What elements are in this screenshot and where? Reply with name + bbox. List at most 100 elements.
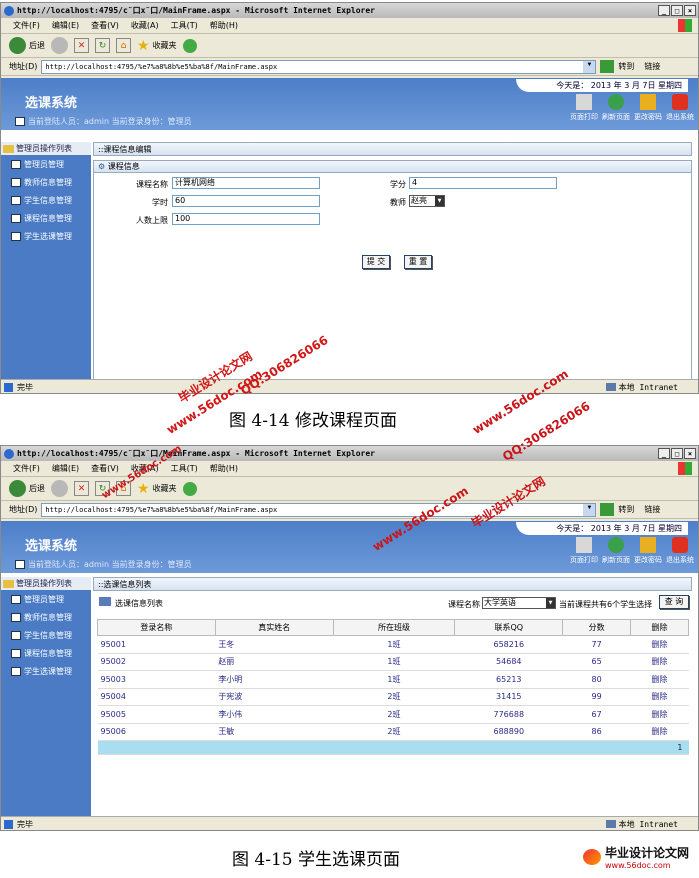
sidebar-item-teacher[interactable]: 教师信息管理 <box>1 173 91 191</box>
title-bar: http://localhost:4795/c˜口x˜口/MainFrame.a… <box>1 446 698 461</box>
delete-link[interactable]: 删除 <box>630 705 689 724</box>
chevron-down-icon[interactable]: ▼ <box>583 60 596 73</box>
menu-tools[interactable]: 工具(T) <box>171 463 198 474</box>
maximize-button[interactable]: □ <box>671 448 683 459</box>
go-arrow-icon[interactable] <box>600 60 615 73</box>
today-date: 今天是： 2013 年 3 月 7日 星期四 <box>516 522 688 535</box>
page-number[interactable]: 1 <box>97 740 689 755</box>
refresh-page-button[interactable]: 刷新页面 <box>602 94 630 122</box>
sidebar-item-student[interactable]: 学生信息管理 <box>1 191 91 209</box>
teacher-select[interactable]: 赵亮 ▼ <box>409 195 445 207</box>
sidebar-item-selection[interactable]: 学生选课管理 <box>1 662 91 680</box>
close-button[interactable]: × <box>684 448 696 459</box>
menu-edit[interactable]: 编辑(E) <box>52 20 79 31</box>
sidebar-item-selection[interactable]: 学生选课管理 <box>1 227 91 245</box>
main-panel: :: 选课信息列表 选课信息列表 课程名称 大学英语 ▼ 当前课程共有6个学生选择… <box>93 577 692 813</box>
power-icon <box>672 537 688 553</box>
media-icon[interactable] <box>182 481 197 496</box>
logout-button[interactable]: 退出系统 <box>666 94 694 122</box>
caption-2: 图 4-15 学生选课页面 <box>232 850 400 870</box>
menu-file[interactable]: 文件(F) <box>13 20 40 31</box>
media-icon[interactable] <box>182 38 197 53</box>
menu-file[interactable]: 文件(F) <box>13 463 40 474</box>
back-button[interactable]: 后退 <box>9 37 45 54</box>
browser-window-1: http://localhost:4795/c˜口x˜口/MainFrame.a… <box>0 2 699 394</box>
page-icon <box>11 177 21 187</box>
course-name-field[interactable]: 计算机网络 <box>172 177 320 189</box>
go-button[interactable]: 转到 <box>618 504 634 515</box>
course-label: 课程名称 <box>448 600 480 609</box>
go-arrow-icon[interactable] <box>600 503 615 516</box>
minimize-button[interactable]: _ <box>658 5 670 16</box>
change-password-button[interactable]: 更改密码 <box>634 94 662 122</box>
title-bar: http://localhost:4795/c˜口x˜口/MainFrame.a… <box>1 3 698 18</box>
chevron-down-icon: ▼ <box>546 598 555 608</box>
course-select[interactable]: 大学英语 ▼ <box>482 597 556 609</box>
address-input[interactable]: http://localhost:4795/%e7%a8%8b%e5%ba%8f… <box>41 59 597 74</box>
reset-button[interactable]: 重 置 <box>404 255 432 269</box>
forward-arrow-icon[interactable] <box>51 37 68 54</box>
maximize-button[interactable]: □ <box>671 5 683 16</box>
section-bar: :: 课程信息编辑 <box>93 142 692 156</box>
sidebar-item-admin[interactable]: 管理员管理 <box>1 590 91 608</box>
print-page-button[interactable]: 页面打印 <box>570 537 598 565</box>
cell-login: 95006 <box>97 723 216 741</box>
sidebar-item-course[interactable]: 课程信息管理 <box>1 209 91 227</box>
hours-field[interactable]: 60 <box>172 195 320 207</box>
links-button[interactable]: 链接 <box>644 504 660 515</box>
minimize-button[interactable]: _ <box>658 448 670 459</box>
query-button[interactable]: 查 询 <box>659 595 689 609</box>
logout-button[interactable]: 退出系统 <box>666 537 694 565</box>
refresh-page-button[interactable]: 刷新页面 <box>602 537 630 565</box>
col-score: 分数 <box>562 619 632 636</box>
print-page-button[interactable]: 页面打印 <box>570 94 598 122</box>
go-button[interactable]: 转到 <box>618 61 634 72</box>
delete-link[interactable]: 删除 <box>630 723 689 741</box>
menu-view[interactable]: 查看(V) <box>91 463 119 474</box>
status-bar: 完毕 本地 Intranet <box>1 816 698 830</box>
delete-link[interactable]: 删除 <box>630 653 689 671</box>
credit-field[interactable]: 4 <box>409 177 557 189</box>
links-button[interactable]: 链接 <box>644 61 660 72</box>
logo-name: 毕业设计论文网 <box>604 846 689 860</box>
selection-table: 登录名称 真实姓名 所在班级 联系QQ 分数 删除 95001 王冬 1班 65821… <box>97 619 689 755</box>
menu-edit[interactable]: 编辑(E) <box>52 463 79 474</box>
limit-field[interactable]: 100 <box>172 213 320 225</box>
stop-icon[interactable]: ✕ <box>74 38 89 53</box>
status-bar: 完毕 本地 Intranet <box>1 379 698 393</box>
menu-view[interactable]: 查看(V) <box>91 20 119 31</box>
sidebar: 管理员操作列表 管理员管理 教师信息管理 学生信息管理 课程信息管理 学生选课管… <box>1 142 91 379</box>
table-row: 95006 王敏 2班 688890 86 删除 <box>97 723 689 741</box>
cell-login: 95001 <box>97 635 216 654</box>
refresh-icon[interactable]: ↻ <box>95 38 110 53</box>
refresh-icon <box>608 537 624 553</box>
menu-help[interactable]: 帮助(H) <box>210 20 238 31</box>
home-icon[interactable]: ⌂ <box>116 38 131 53</box>
menu-favorites[interactable]: 收藏(A) <box>131 20 159 31</box>
folder-icon <box>3 144 14 153</box>
sidebar-item-student[interactable]: 学生信息管理 <box>1 626 91 644</box>
favorites-button[interactable]: ★ 收藏夹 <box>137 481 177 497</box>
sidebar-item-teacher[interactable]: 教师信息管理 <box>1 608 91 626</box>
delete-link[interactable]: 删除 <box>630 688 689 706</box>
menu-tools[interactable]: 工具(T) <box>171 20 198 31</box>
window-title: http://localhost:4795/c˜口x˜口/MainFrame.a… <box>17 449 375 458</box>
submit-button[interactable]: 提 交 <box>362 255 390 269</box>
address-bar: 地址(D) http://localhost:4795/%e7%a8%8b%e5… <box>1 58 698 76</box>
back-button[interactable]: 后退 <box>9 480 45 497</box>
sidebar-item-admin[interactable]: 管理员管理 <box>1 155 91 173</box>
delete-link[interactable]: 删除 <box>630 670 689 689</box>
menu-help[interactable]: 帮助(H) <box>210 463 238 474</box>
change-password-button[interactable]: 更改密码 <box>634 537 662 565</box>
chevron-down-icon[interactable]: ▼ <box>583 503 596 516</box>
course-edit-form: 课程名称 计算机网络 学分 4 学时 60 教师 赵亮 ▼ 人数上限 100 提 … <box>93 173 692 381</box>
ie-page-icon <box>4 819 13 829</box>
teacher-label: 教师 <box>390 198 406 207</box>
close-button[interactable]: × <box>684 5 696 16</box>
stop-icon[interactable]: ✕ <box>74 481 89 496</box>
address-label: 地址(D) <box>9 62 38 71</box>
delete-link[interactable]: 删除 <box>630 635 689 654</box>
forward-arrow-icon[interactable] <box>51 480 68 497</box>
sidebar-item-course[interactable]: 课程信息管理 <box>1 644 91 662</box>
favorites-button[interactable]: ★ 收藏夹 <box>137 38 177 54</box>
